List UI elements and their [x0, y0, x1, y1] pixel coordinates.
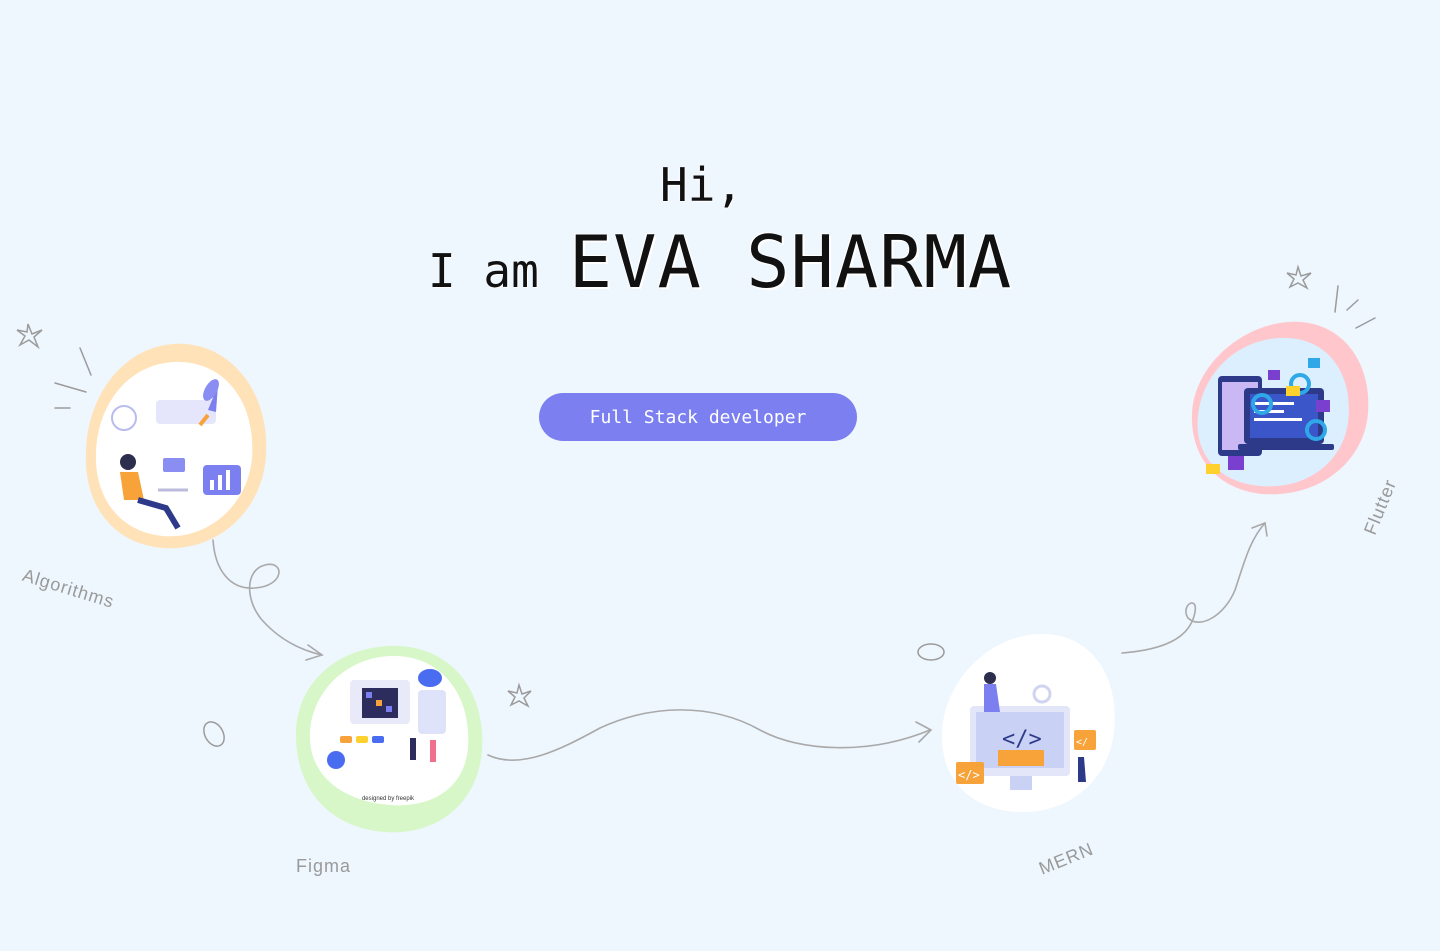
- figma-illustration[interactable]: designed by freepik: [290, 640, 490, 840]
- mern-illustration[interactable]: </> </> </: [938, 632, 1120, 817]
- svg-text:</: </: [1076, 737, 1088, 748]
- intro-prefix: I am: [428, 244, 539, 298]
- svg-text:</>: </>: [1002, 727, 1042, 752]
- algorithms-illustration[interactable]: [78, 340, 273, 555]
- svg-text:</>: </>: [958, 768, 980, 782]
- flutter-illustration[interactable]: [1188, 318, 1373, 500]
- greeting-text: Hi,: [660, 158, 744, 212]
- developer-name: EVA SHARMA: [568, 220, 1013, 304]
- freepik-credit: designed by freepik: [362, 796, 415, 802]
- name-line: I am EVA SHARMA: [428, 220, 1012, 304]
- skill-label-figma: Figma: [296, 856, 352, 876]
- role-button[interactable]: Full Stack developer: [539, 393, 857, 441]
